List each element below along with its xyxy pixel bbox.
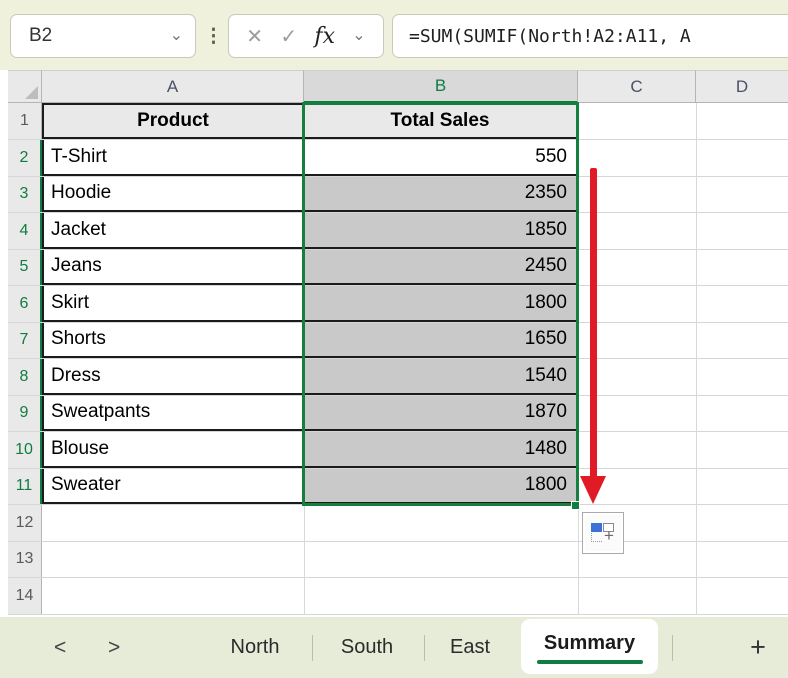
tab-separator [672, 635, 673, 661]
sheet-rows: 1 Product Total Sales 2 T-Shirt 550 3 Ho… [8, 103, 788, 615]
red-arrow-head-icon [580, 476, 606, 504]
cell-product[interactable]: T-Shirt [42, 140, 304, 176]
row-header[interactable]: 12 [8, 505, 42, 541]
table-row: 7 Shorts 1650 [8, 322, 788, 359]
add-sheet-icon[interactable]: + [750, 617, 766, 678]
cell-sales[interactable]: 1800 [304, 286, 578, 322]
row-header[interactable]: 14 [8, 578, 42, 614]
cancel-icon[interactable]: ✕ [246, 24, 263, 49]
row-header[interactable]: 8 [8, 359, 42, 395]
column-header-a[interactable]: A [42, 70, 304, 103]
row-header-1[interactable]: 1 [8, 103, 42, 139]
cell-product[interactable]: Sweater [42, 468, 304, 504]
row-header[interactable]: 13 [8, 541, 42, 577]
row-header[interactable]: 3 [8, 176, 42, 212]
formula-toolbar: B2 ⌄ ⋮ ✕ ✓ fx ⌄ =SUM(SUMIF(North!A2:A11,… [0, 0, 788, 70]
row-header[interactable]: 9 [8, 395, 42, 431]
tab-separator [312, 635, 313, 661]
table-row: 8 Dress 1540 [8, 359, 788, 396]
table-row: 4 Jacket 1850 [8, 213, 788, 250]
sheet-tab-bar: < > North South East Summary + [0, 617, 788, 678]
sheet-tab-south[interactable]: South [341, 617, 393, 678]
cell-sales[interactable]: 1850 [304, 213, 578, 249]
cell-sales[interactable]: 1800 [304, 468, 578, 504]
empty-row: 12 [8, 505, 788, 542]
cell-sales[interactable]: 2450 [304, 249, 578, 285]
cell-product[interactable]: Dress [42, 359, 304, 395]
column-header-b-selected[interactable]: B [304, 70, 578, 103]
toolbar-drag-handle-icon[interactable]: ⋮ [204, 14, 223, 58]
name-box-value: B2 [29, 25, 53, 46]
formula-text: =SUM(SUMIF(North!A2:A11, A [409, 25, 691, 47]
table-row: 10 Blouse 1480 [8, 432, 788, 469]
formula-buttons: ✕ ✓ fx ⌄ [228, 14, 384, 58]
insert-function-icon[interactable]: fx [314, 24, 335, 49]
table-header-row: 1 Product Total Sales [8, 103, 788, 140]
row-header[interactable]: 7 [8, 322, 42, 358]
empty-row: 14 [8, 578, 788, 615]
select-all-triangle-icon [25, 86, 38, 99]
table-row: 9 Sweatpants 1870 [8, 395, 788, 432]
cell-product[interactable]: Sweatpants [42, 395, 304, 431]
prev-sheet-icon[interactable]: < [54, 617, 66, 678]
spreadsheet-app: B2 ⌄ ⋮ ✕ ✓ fx ⌄ =SUM(SUMIF(North!A2:A11,… [0, 0, 788, 678]
cell-sales[interactable]: 1540 [304, 359, 578, 395]
cell-sales[interactable]: 1870 [304, 395, 578, 431]
cell-product[interactable]: Jeans [42, 249, 304, 285]
cell-sales[interactable]: 1480 [304, 432, 578, 468]
row-header[interactable]: 2 [8, 140, 42, 176]
cell-product[interactable]: Shorts [42, 322, 304, 358]
row-header[interactable]: 11 [8, 468, 42, 504]
column-header-row: A B C D [8, 70, 788, 103]
red-arrow-shaft [590, 168, 597, 478]
cell-sales[interactable]: 1650 [304, 322, 578, 358]
cell-product[interactable]: Hoodie [42, 176, 304, 212]
table-row: 11 Sweater 1800 [8, 468, 788, 505]
cell-product[interactable]: Skirt [42, 286, 304, 322]
cell-sales[interactable]: 2350 [304, 176, 578, 212]
empty-row: 13 [8, 541, 788, 578]
sheet-tab-summary-active[interactable]: Summary [521, 619, 658, 674]
enter-icon[interactable]: ✓ [280, 24, 297, 49]
cell-b1-sales-header[interactable]: Total Sales [304, 103, 578, 139]
tab-separator [424, 635, 425, 661]
column-header-c[interactable]: C [578, 70, 696, 103]
active-tab-label: Summary [543, 631, 636, 654]
active-tab-underline [536, 659, 643, 664]
autofill-options-icon: + [591, 523, 615, 544]
cell-a1-product-header[interactable]: Product [42, 103, 304, 139]
column-header-d[interactable]: D [696, 70, 788, 103]
cell-product[interactable]: Blouse [42, 432, 304, 468]
cell-product[interactable]: Jacket [42, 213, 304, 249]
table-row: 5 Jeans 2450 [8, 249, 788, 286]
table-row: 6 Skirt 1800 [8, 286, 788, 323]
row-header[interactable]: 5 [8, 249, 42, 285]
table-row: 2 T-Shirt 550 [8, 140, 788, 177]
cell-sales-active[interactable]: 550 [304, 140, 578, 176]
sheet-tab-north[interactable]: North [231, 617, 280, 678]
sheet-tab-east[interactable]: East [450, 617, 490, 678]
row-header[interactable]: 4 [8, 213, 42, 249]
next-sheet-icon[interactable]: > [108, 617, 120, 678]
row-header[interactable]: 10 [8, 432, 42, 468]
sheet-grid: A B C D 1 Product Total Sales 2 T-Shirt … [0, 70, 788, 617]
function-dropdown-icon[interactable]: ⌄ [352, 28, 365, 44]
name-box[interactable]: B2 ⌄ [10, 14, 196, 58]
table-row: 3 Hoodie 2350 [8, 176, 788, 213]
fill-handle[interactable] [571, 501, 580, 510]
formula-input[interactable]: =SUM(SUMIF(North!A2:A11, A [392, 14, 788, 58]
row-header[interactable]: 6 [8, 286, 42, 322]
select-all-corner[interactable] [8, 70, 42, 103]
name-box-dropdown-icon[interactable]: ⌄ [170, 28, 183, 44]
autofill-options-button[interactable]: + [582, 512, 624, 554]
